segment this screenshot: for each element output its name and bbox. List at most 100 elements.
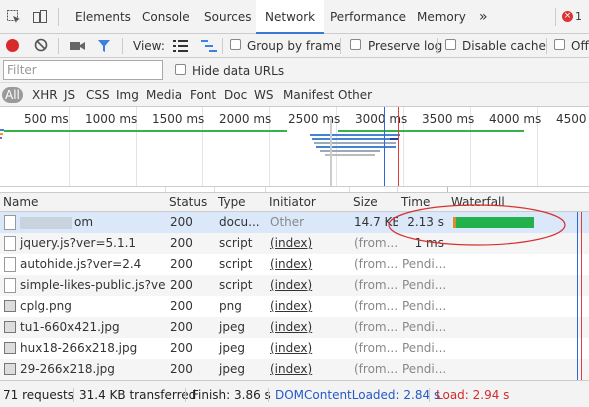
type-filter-xhr[interactable]: XHR: [32, 88, 58, 102]
request-size: (from...: [354, 236, 398, 250]
view-label: View:: [133, 39, 165, 53]
disable-cache-label: Disable cache: [462, 39, 546, 53]
dom-content-loaded-line: [577, 212, 578, 380]
hide-data-urls-checkbox[interactable]: [175, 64, 186, 75]
request-name: jquery.js?ver=5.1.1: [20, 236, 137, 250]
request-table-header: Name Status Type Initiator Size Time Wat…: [0, 192, 589, 212]
request-status: 200: [170, 320, 193, 334]
column-header-time[interactable]: Time: [398, 193, 430, 212]
request-initiator[interactable]: (index): [266, 338, 350, 359]
request-size: (from...: [354, 299, 398, 313]
inspect-element-icon[interactable]: [6, 9, 22, 25]
column-header-size[interactable]: Size: [350, 193, 378, 212]
request-status: 200: [170, 278, 193, 292]
type-filter-js[interactable]: JS: [64, 88, 75, 102]
resource-type-filter-bar: All XHR JS CSS Img Media Font Doc WS Man…: [0, 83, 589, 107]
request-initiator[interactable]: (index): [266, 317, 350, 338]
network-status-bar: 71 requests 31.4 KB transferred Finish: …: [0, 380, 589, 407]
request-status: 200: [170, 236, 193, 250]
capture-screenshots-icon[interactable]: [70, 40, 86, 55]
request-time: Pendi...: [402, 320, 447, 334]
type-filter-font[interactable]: Font: [190, 88, 216, 102]
request-row[interactable]: tu1-660x421.jpg 200 jpeg (index) (from... Pen…: [0, 317, 589, 338]
preserve-log-checkbox[interactable]: [350, 39, 361, 50]
type-filter-img[interactable]: Img: [116, 88, 139, 102]
offline-checkbox[interactable]: [554, 39, 565, 50]
offline-label: Off: [571, 39, 589, 53]
type-filter-ws[interactable]: WS: [254, 88, 273, 102]
request-count: 71 requests: [3, 388, 74, 402]
request-initiator[interactable]: (index): [266, 233, 350, 254]
request-time: Pendi...: [402, 257, 447, 271]
request-type: script: [219, 278, 253, 292]
request-status: 200: [170, 362, 193, 376]
request-row[interactable]: 29-266x218.jpg 200 jpeg (index) (from... Pend…: [0, 359, 589, 380]
filter-row: Filter Hide data URLs: [0, 58, 589, 83]
dom-content-loaded-time: DOMContentLoaded: 2.84 s: [275, 388, 441, 402]
request-name: 29-266x218.jpg: [20, 362, 115, 376]
request-size: 14.7 KB: [354, 215, 398, 229]
type-filter-all[interactable]: All: [2, 87, 23, 103]
load-event-line: [581, 212, 582, 380]
column-header-name[interactable]: Name: [0, 193, 38, 212]
request-row[interactable]: om 200 docu... Other 14.7 KB 2.13 s: [0, 212, 589, 233]
column-header-status[interactable]: Status: [166, 193, 207, 212]
network-overview-timeline[interactable]: 500 ms 1000 ms 1500 ms 2000 ms 2500 ms 3…: [0, 107, 589, 187]
tab-console[interactable]: Console: [142, 0, 190, 34]
filter-input[interactable]: Filter: [3, 60, 163, 80]
overview-bars: [0, 107, 524, 186]
preserve-log-label: Preserve log: [368, 39, 443, 53]
request-size: (from...: [354, 320, 398, 334]
request-initiator[interactable]: (index): [266, 275, 350, 296]
request-time: Pendi...: [402, 362, 447, 376]
hide-data-urls-label: Hide data URLs: [192, 64, 285, 78]
type-filter-manifest[interactable]: Manifest: [283, 88, 334, 102]
request-type: script: [219, 257, 253, 271]
request-time: Pendi...: [402, 278, 447, 292]
type-filter-media[interactable]: Media: [146, 88, 182, 102]
tab-elements[interactable]: Elements: [75, 0, 131, 34]
request-status: 200: [170, 215, 193, 229]
more-tabs-button[interactable]: »: [479, 0, 488, 34]
record-icon[interactable]: [6, 39, 19, 52]
request-type: jpeg: [219, 341, 245, 355]
type-filter-css[interactable]: CSS: [86, 88, 110, 102]
request-row[interactable]: cplg.png 200 png (index) (from... Pendi...: [0, 296, 589, 317]
type-filter-other[interactable]: Other: [338, 88, 372, 102]
request-status: 200: [170, 299, 193, 313]
disable-cache-checkbox[interactable]: [445, 39, 456, 50]
request-row[interactable]: simple-likes-public.js?ve... 200 script (in…: [0, 275, 589, 296]
transferred-size: 31.4 KB transferred: [79, 388, 197, 402]
request-size: (from...: [354, 341, 398, 355]
group-by-frame-checkbox[interactable]: [230, 39, 241, 50]
clear-icon[interactable]: [34, 38, 48, 55]
request-name: cplg.png: [20, 299, 72, 313]
request-initiator[interactable]: (index): [266, 359, 350, 380]
tab-network[interactable]: Network: [256, 0, 325, 34]
device-toolbar-icon[interactable]: [32, 9, 48, 25]
group-by-frame-label: Group by frame: [247, 39, 342, 53]
overview-waterfall-icon[interactable]: [201, 39, 217, 56]
request-row[interactable]: hux18-266x218.jpg 200 jpeg (index) (from... P…: [0, 338, 589, 359]
column-header-type[interactable]: Type: [215, 193, 246, 212]
type-filter-doc[interactable]: Doc: [224, 88, 247, 102]
request-size: (from...: [354, 257, 398, 271]
error-count[interactable]: 1: [575, 10, 582, 23]
request-row[interactable]: jquery.js?ver=5.1.1 200 script (index) (from…: [0, 233, 589, 254]
request-type: png: [219, 299, 242, 313]
tab-sources[interactable]: Sources: [204, 0, 251, 34]
error-icon[interactable]: ×: [562, 11, 573, 22]
request-row[interactable]: autohide.js?ver=2.4 200 script (index) (from…: [0, 254, 589, 275]
request-initiator: Other: [270, 215, 305, 229]
request-initiator[interactable]: (index): [266, 296, 350, 317]
column-header-waterfall[interactable]: Waterfall: [448, 193, 505, 212]
tab-memory[interactable]: Memory: [417, 0, 466, 34]
large-request-rows-icon[interactable]: [173, 39, 189, 56]
column-header-initiator[interactable]: Initiator: [266, 193, 316, 212]
tab-performance[interactable]: Performance: [330, 0, 406, 34]
filter-icon[interactable]: [97, 39, 111, 56]
request-type: script: [219, 236, 253, 250]
request-initiator[interactable]: (index): [266, 254, 350, 275]
request-time: Pendi...: [402, 341, 447, 355]
waterfall-bar[interactable]: [453, 217, 534, 228]
